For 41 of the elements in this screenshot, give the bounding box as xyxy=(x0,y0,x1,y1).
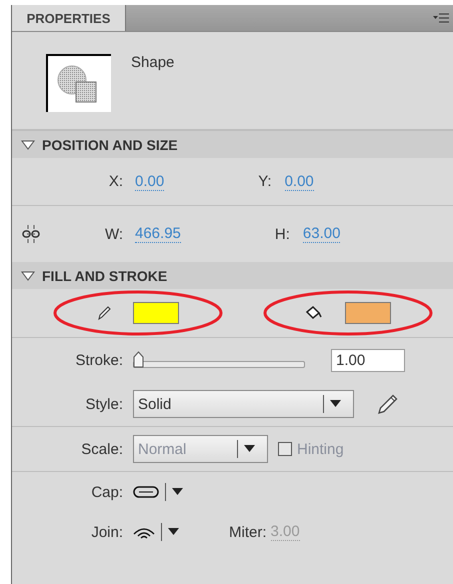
field-label: Stroke: xyxy=(74,352,123,368)
color-swatch[interactable] xyxy=(345,302,391,324)
value-field[interactable]: 63.00 xyxy=(302,225,340,243)
properties-tab[interactable]: PROPERTIES xyxy=(12,5,126,31)
join-dropdown[interactable] xyxy=(133,523,179,541)
field-label: Style: xyxy=(84,396,123,412)
slider-thumb[interactable] xyxy=(133,351,144,368)
field-label: W: xyxy=(104,226,123,242)
section-header[interactable]: POSITION AND SIZE xyxy=(12,131,453,158)
field-label: H: xyxy=(274,226,290,242)
section-title: FILL AND STROKE xyxy=(42,268,168,284)
paint-bucket-icon xyxy=(305,305,323,321)
section-header[interactable]: FILL AND STROKE xyxy=(12,262,453,289)
style-dropdown[interactable]: Solid xyxy=(133,390,354,418)
section-title: POSITION AND SIZE xyxy=(42,136,178,152)
collapse-triangle-icon[interactable] xyxy=(21,140,35,150)
object-type-label: Shape xyxy=(131,54,174,73)
panel-menu-icon[interactable] xyxy=(433,13,449,23)
value-field[interactable]: 0.00 xyxy=(135,172,164,190)
dropdown-arrow-icon[interactable] xyxy=(172,488,183,496)
field-label: X: xyxy=(108,173,123,190)
dropdown-arrow-icon[interactable] xyxy=(168,528,179,536)
checkbox-label: Hinting xyxy=(297,440,344,458)
field-label: Join: xyxy=(90,524,123,540)
value-field[interactable]: 0.00 xyxy=(284,172,314,190)
stroke-slider[interactable] xyxy=(133,351,305,369)
pencil-icon[interactable] xyxy=(376,392,400,416)
shape-thumbnail xyxy=(46,54,111,112)
link-icon[interactable] xyxy=(21,224,41,244)
dropdown-arrow-icon[interactable] xyxy=(330,400,341,408)
collapse-triangle-icon[interactable] xyxy=(21,270,35,280)
value-field[interactable]: 466.95 xyxy=(135,225,181,243)
round-cap-icon xyxy=(133,486,159,498)
pencil-icon xyxy=(97,305,111,321)
stroke-width-field[interactable]: 1.00 xyxy=(331,348,405,372)
color-swatch[interactable] xyxy=(133,302,179,324)
field-label: Cap: xyxy=(90,484,123,500)
field-label: Y: xyxy=(258,173,272,190)
field-label: Miter: xyxy=(229,524,266,540)
field-label: Scale: xyxy=(80,440,123,458)
cap-dropdown[interactable] xyxy=(133,483,183,501)
